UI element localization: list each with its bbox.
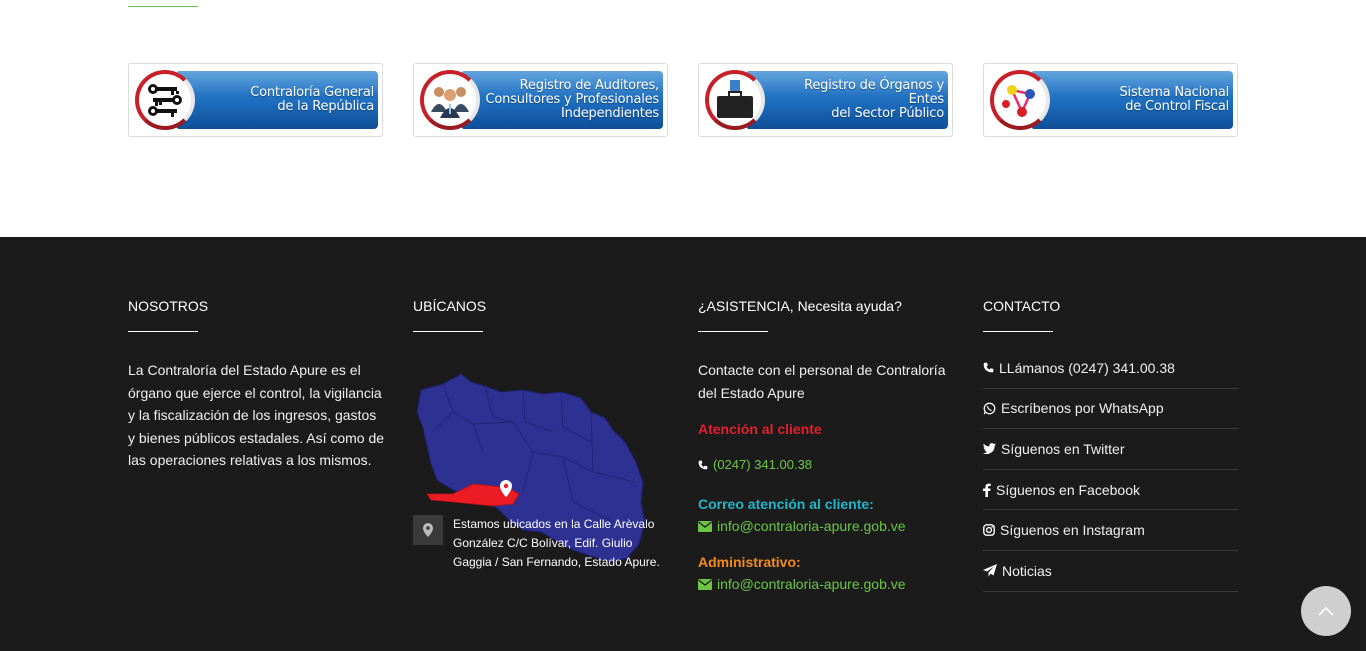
contact-item-label: Noticias (1002, 562, 1052, 579)
footer-heading: NOSOTROS (128, 298, 209, 314)
scroll-to-top-button[interactable] (1301, 586, 1351, 636)
instagram-icon (983, 524, 995, 537)
map-marker-icon (413, 515, 443, 545)
banner-label: Registro de Órganos y Entes del Sector P… (804, 78, 944, 121)
banner-label: Sistema Nacional de Control Fiscal (1119, 85, 1229, 114)
email-text: info@contraloria-apure.gob.ve (717, 576, 906, 592)
banner-label: Registro de Auditores, Consultores y Pro… (485, 78, 660, 121)
heading-underline (413, 331, 483, 332)
correo-label: Correo atención al cliente: (698, 496, 874, 512)
banner-registro-auditores[interactable]: Registro de Auditores, Consultores y Pro… (413, 63, 668, 137)
footer-heading: CONTACTO (983, 298, 1061, 314)
address-text: Estamos ubicados en la Calle Arèvalo Gon… (453, 517, 660, 569)
envelope-icon (698, 578, 712, 590)
contact-item-label: LLámanos (0247) 341.00.38 (999, 359, 1175, 376)
heading-underline (983, 331, 1053, 332)
network-icon (1002, 85, 1035, 117)
people-icon (431, 87, 469, 118)
contact-item-label: Síguenos en Facebook (996, 481, 1140, 498)
contact-item-facebook[interactable]: Síguenos en Facebook (983, 470, 1238, 511)
about-text: La Contraloría del Estado Apure es el ór… (128, 362, 385, 468)
admin-label: Administrativo: (698, 554, 801, 570)
footer-heading: UBÍCANOS (413, 298, 487, 314)
contact-item-instagram[interactable]: Síguenos en Instagram (983, 510, 1238, 551)
email-text: info@contraloria-apure.gob.ve (717, 518, 906, 534)
contact-item-phone[interactable]: LLámanos (0247) 341.00.38 (983, 348, 1238, 389)
banner-label: Contraloría General de la República (250, 85, 374, 114)
facebook-icon (983, 483, 991, 497)
heading-underline (128, 331, 198, 332)
envelope-icon (698, 520, 712, 532)
keys-icon (148, 84, 182, 117)
chevron-up-icon (1318, 606, 1334, 616)
heading-underline (698, 331, 768, 332)
contact-item-label: Escríbenos por WhatsApp (1001, 400, 1164, 417)
phone-icon (698, 460, 708, 469)
partner-links-section: Contraloría General de la República Regi… (0, 0, 1366, 237)
contact-list: LLámanos (0247) 341.00.38 Escríbenos por… (983, 348, 1238, 592)
send-icon (983, 564, 997, 577)
contact-item-whatsapp[interactable]: Escríbenos por WhatsApp (983, 389, 1238, 430)
banner-registro-organos[interactable]: Registro de Órganos y Entes del Sector P… (698, 63, 953, 137)
briefcase-icon (717, 80, 753, 118)
correo-email-link[interactable]: info@contraloria-apure.gob.ve (698, 518, 906, 534)
footer-heading: ¿ASISTENCIA, Necesita ayuda? (698, 298, 902, 314)
phone-text: (0247) 341.00.38 (713, 457, 813, 472)
admin-email-link[interactable]: info@contraloria-apure.gob.ve (698, 576, 906, 592)
contact-item-twitter[interactable]: Síguenos en Twitter (983, 429, 1238, 470)
banner-contraloria-general[interactable]: Contraloría General de la República (128, 63, 383, 137)
phone-icon (983, 362, 994, 373)
site-footer: NOSOTROS La Contraloría del Estado Apure… (0, 237, 1366, 651)
contact-item-noticias[interactable]: Noticias (983, 551, 1238, 592)
atencion-label: Atención al cliente (698, 421, 822, 437)
twitter-icon (983, 443, 996, 455)
contact-item-label: Síguenos en Instagram (1000, 522, 1145, 539)
help-text: Contacte con el personal de Contraloría … (698, 362, 946, 401)
section-divider (128, 6, 198, 7)
whatsapp-icon (983, 402, 996, 415)
phone-link[interactable]: (0247) 341.00.38 (698, 457, 812, 472)
banner-sistema-nacional[interactable]: Sistema Nacional de Control Fiscal (983, 63, 1238, 137)
contact-item-label: Síguenos en Twitter (1001, 440, 1125, 457)
